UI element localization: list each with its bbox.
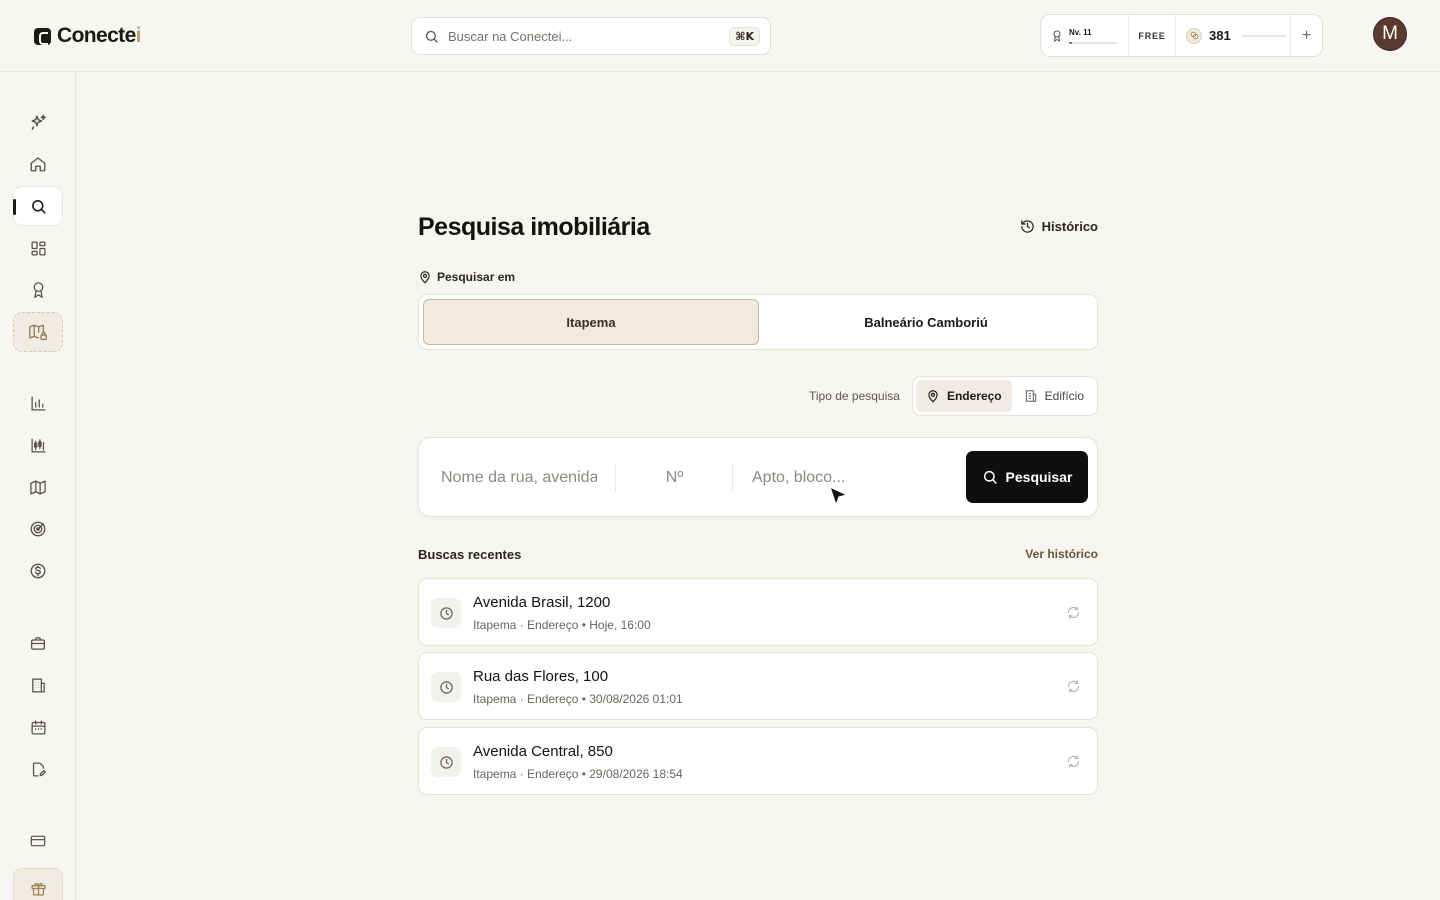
history-icon [1020,219,1035,234]
sidebar-item-finance[interactable] [13,551,63,591]
avatar[interactable]: M [1373,17,1407,51]
sidebar-item-billing[interactable] [13,821,63,861]
add-credits-button[interactable]: + [1291,15,1322,56]
address-search-form: Nome da rua, avenida... Nº Apto, bloco..… [418,437,1098,517]
history-label: Histórico [1041,219,1098,234]
search-in-label: Pesquisar em [418,270,515,284]
briefcase-icon [29,635,47,652]
refresh-icon[interactable] [1066,754,1081,769]
sidebar-item-portfolio[interactable] [13,623,63,663]
history-button[interactable]: Histórico [1020,219,1098,234]
search-type-building[interactable]: Edifício [1014,380,1094,412]
sidebar-item-calendar[interactable] [13,707,63,747]
edit-document-icon [30,761,47,778]
city-tab-itapema[interactable]: Itapema [423,299,759,345]
search-type-label: Tipo de pesquisa [809,389,900,403]
credits-indicator[interactable]: 381 [1176,15,1291,56]
recent-search-item[interactable]: Rua das Flores, 100 Itapema · Endereço •… [418,652,1098,720]
map-pin-icon [926,389,940,403]
search-type-address[interactable]: Endereço [915,380,1012,412]
map-pin-icon [418,270,432,284]
sidebar-item-search[interactable] [13,186,63,226]
sidebar-item-gift[interactable] [13,868,63,900]
sidebar-item-analytics[interactable] [13,383,63,423]
sidebar-item-radar[interactable] [13,509,63,549]
sparkles-icon [29,113,48,132]
grid-icon [30,240,47,257]
candlestick-icon [30,437,47,454]
sidebar [0,72,76,900]
main-content: Pesquisa imobiliária Histórico Pesquisar… [418,0,1098,900]
recent-search-title: Avenida Brasil, 1200 [473,594,611,611]
recent-search-item[interactable]: Avenida Central, 850 Itapema · Endereço … [418,727,1098,795]
number-input[interactable]: Nº [615,464,733,492]
recent-search-title: Rua das Flores, 100 [473,668,609,685]
recent-searches-title: Buscas recentes [418,547,522,562]
bar-chart-icon [30,395,47,412]
brand-name: Conectei [57,24,142,47]
award-icon [30,281,47,299]
sidebar-item-ai[interactable] [13,102,63,142]
clock-icon [431,672,461,702]
mouse-cursor-icon [829,486,849,508]
sidebar-item-dashboard[interactable] [13,228,63,268]
view-history-link[interactable]: Ver histórico [1025,547,1098,562]
coin-icon [1186,27,1202,44]
search-type-toggle: Endereço Edifício [911,376,1098,416]
search-icon [982,469,998,485]
sidebar-item-locked-map[interactable] [13,312,63,352]
credits-count: 381 [1209,28,1231,43]
credits-bar [1241,34,1286,37]
sidebar-item-map[interactable] [13,467,63,507]
clock-icon [431,598,461,628]
sidebar-item-achievements[interactable] [13,270,63,310]
city-tab-balneario-camboriu[interactable]: Balneário Camboriú [759,299,1093,345]
page-title: Pesquisa imobiliária [418,213,650,241]
city-selector: Itapema Balneário Camboriú [418,294,1098,350]
sidebar-item-home[interactable] [13,144,63,184]
sidebar-item-market[interactable] [13,425,63,465]
gift-icon [30,880,47,897]
recent-search-meta: Itapema · Endereço • 30/08/2026 01:01 [473,692,683,706]
brand-logo[interactable]: Conectei [34,24,142,48]
plan-badge[interactable]: FREE [1129,15,1176,56]
logo-mark-icon [34,27,51,45]
recent-search-meta: Itapema · Endereço • 29/08/2026 18:54 [473,767,683,781]
recent-search-meta: Itapema · Endereço • Hoje, 16:00 [473,618,651,632]
dollar-icon [29,562,47,580]
map-icon [29,479,47,496]
clock-icon [431,747,461,777]
street-input[interactable]: Nome da rua, avenida... [441,438,597,518]
home-icon [29,155,47,173]
sidebar-item-buildings[interactable] [13,665,63,705]
recent-search-title: Avenida Central, 850 [473,743,613,760]
map-lock-icon [28,323,48,341]
search-type-row: Tipo de pesquisa Endereço Edifício [809,376,1098,416]
search-icon [30,198,47,215]
refresh-icon[interactable] [1066,679,1081,694]
recent-searches-header: Buscas recentes Ver histórico [418,547,1098,562]
calendar-icon [30,719,47,736]
building-icon [30,677,47,694]
recent-search-item[interactable]: Avenida Brasil, 1200 Itapema · Endereço … [418,578,1098,646]
credit-card-icon [29,833,47,849]
radar-icon [29,520,47,538]
refresh-icon[interactable] [1066,605,1081,620]
search-button[interactable]: Pesquisar [966,451,1088,503]
sidebar-item-documents[interactable] [13,749,63,789]
building-icon [1024,389,1038,403]
